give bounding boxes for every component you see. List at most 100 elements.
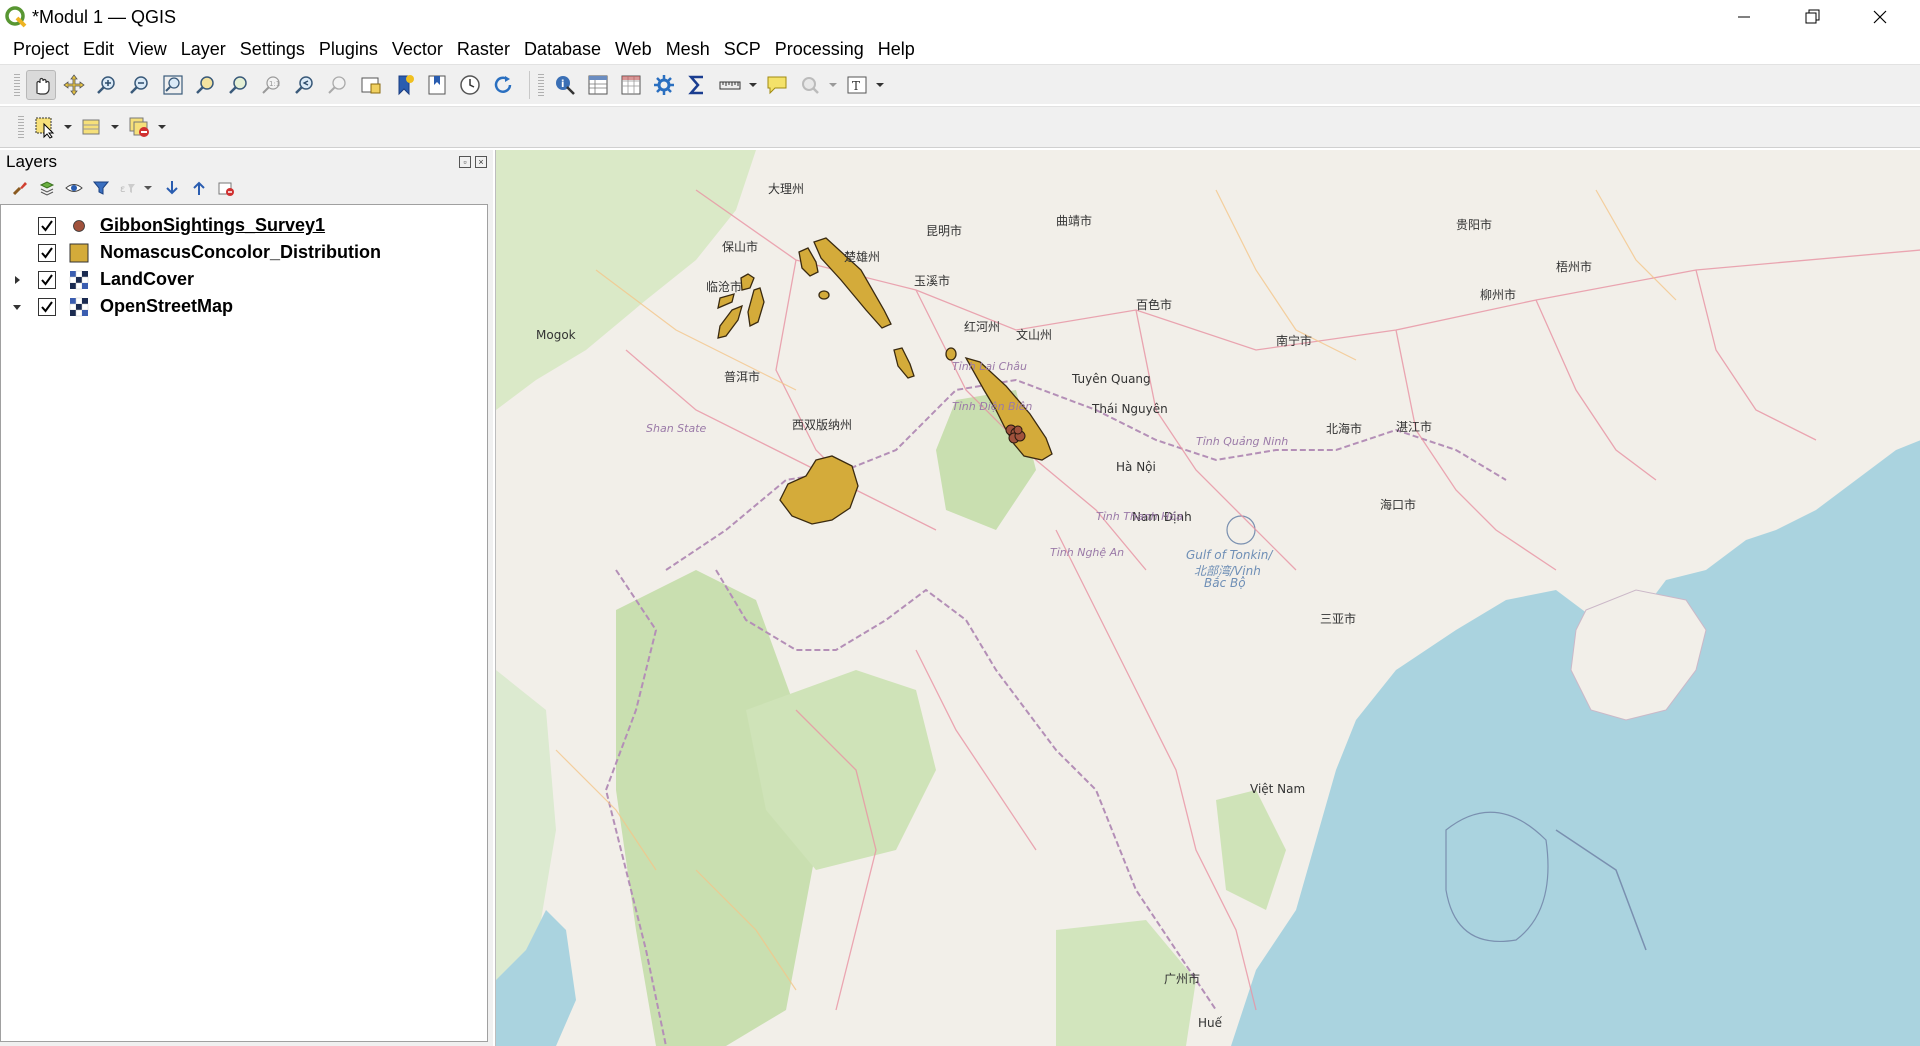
menu-raster[interactable]: Raster bbox=[450, 34, 517, 64]
map-canvas[interactable]: Gulf of Tonkin/ 北部湾/Vịnh Bắc Bộ Hà Nội N… bbox=[495, 150, 1920, 1046]
zoom-out-button[interactable] bbox=[125, 70, 155, 100]
map-label: 广州市 bbox=[1164, 972, 1201, 986]
attribute-table-button[interactable] bbox=[583, 70, 613, 100]
pan-to-selection-button[interactable] bbox=[59, 70, 89, 100]
deselect-dropdown[interactable] bbox=[157, 112, 167, 142]
collapse-layer-button[interactable] bbox=[9, 299, 25, 315]
temporal-controller-icon bbox=[460, 74, 480, 95]
zoom-to-layer-button[interactable] bbox=[224, 70, 254, 100]
pan-map-button[interactable] bbox=[26, 69, 56, 100]
measure-dropdown[interactable] bbox=[748, 70, 758, 100]
menu-project[interactable]: Project bbox=[6, 34, 76, 64]
toolbar-grip[interactable] bbox=[18, 114, 24, 140]
select-features-dropdown[interactable] bbox=[63, 112, 73, 142]
menu-mesh[interactable]: Mesh bbox=[659, 34, 717, 64]
toolbar-grip[interactable] bbox=[14, 71, 20, 98]
filter-legend-button[interactable] bbox=[89, 176, 113, 200]
measure-button[interactable] bbox=[715, 70, 745, 100]
expand-layer-button[interactable] bbox=[9, 272, 25, 288]
menu-plugins[interactable]: Plugins bbox=[312, 34, 385, 64]
layer-row-landcover[interactable]: LandCover bbox=[1, 266, 487, 293]
map-label: Tỉnh Quảng Ninh bbox=[1196, 435, 1289, 448]
zoom-next-button[interactable] bbox=[323, 70, 353, 100]
show-layout-manager-button[interactable] bbox=[795, 70, 825, 100]
zoom-in-button[interactable] bbox=[92, 70, 122, 100]
measure-icon bbox=[719, 81, 741, 89]
map-label: 大理州 bbox=[768, 182, 805, 196]
zoom-next-icon bbox=[328, 75, 346, 94]
map-label: 三亚市 bbox=[1320, 612, 1357, 626]
menu-vector[interactable]: Vector bbox=[385, 34, 450, 64]
zoom-to-selection-button[interactable] bbox=[191, 70, 221, 100]
new-map-view-button[interactable] bbox=[356, 70, 386, 100]
select-by-value-dropdown[interactable] bbox=[110, 112, 120, 142]
collapse-all-button[interactable] bbox=[187, 176, 211, 200]
identify-icon: i bbox=[556, 75, 575, 95]
map-label: 柳州市 bbox=[1480, 288, 1517, 302]
menu-processing[interactable]: Processing bbox=[768, 34, 871, 64]
layer-visibility-checkbox[interactable] bbox=[38, 270, 56, 289]
close-panel-button[interactable]: × bbox=[475, 156, 487, 168]
minimize-icon bbox=[1738, 16, 1750, 18]
annotation-dropdown[interactable] bbox=[875, 70, 885, 100]
filter-expression-dropdown[interactable] bbox=[143, 173, 153, 203]
toolbar-grip[interactable] bbox=[538, 71, 544, 98]
layer-visibility-checkbox[interactable] bbox=[38, 297, 56, 316]
layer-name[interactable]: NomascusConcolor_Distribution bbox=[100, 242, 381, 263]
layer-row-nomascus-distribution[interactable]: NomascusConcolor_Distribution bbox=[1, 239, 487, 266]
layer-row-gibbon-sightings[interactable]: GibbonSightings_Survey1 bbox=[1, 212, 487, 239]
add-group-button[interactable] bbox=[35, 176, 59, 200]
select-features-button[interactable] bbox=[30, 112, 60, 142]
svg-text:T: T bbox=[852, 79, 860, 93]
show-bookmarks-button[interactable] bbox=[422, 70, 452, 100]
menu-scp[interactable]: SCP bbox=[717, 34, 768, 64]
temporal-controller-button[interactable] bbox=[455, 70, 485, 100]
map-label: 文山州 bbox=[1016, 328, 1053, 342]
select-by-value-button[interactable] bbox=[77, 112, 107, 142]
layer-row-openstreetmap[interactable]: OpenStreetMap bbox=[1, 293, 487, 320]
menu-settings[interactable]: Settings bbox=[233, 34, 312, 64]
field-calculator-button[interactable] bbox=[616, 70, 646, 100]
menu-database[interactable]: Database bbox=[517, 34, 608, 64]
close-button[interactable] bbox=[1846, 0, 1914, 34]
layer-visibility-checkbox[interactable] bbox=[38, 243, 56, 262]
layers-panel-header: Layers ▫ × bbox=[0, 150, 493, 174]
layer-name[interactable]: LandCover bbox=[100, 269, 194, 290]
expand-all-button[interactable] bbox=[160, 176, 184, 200]
menu-edit[interactable]: Edit bbox=[76, 34, 121, 64]
layout-manager-dropdown[interactable] bbox=[828, 70, 838, 100]
map-tips-button[interactable] bbox=[762, 70, 792, 100]
restore-button[interactable] bbox=[1778, 0, 1846, 34]
open-layer-styling-button[interactable] bbox=[8, 176, 32, 200]
zoom-full-button[interactable] bbox=[158, 70, 188, 100]
zoom-last-icon bbox=[295, 75, 313, 94]
menu-layer[interactable]: Layer bbox=[174, 34, 233, 64]
title-bar: *Modul 1 — QGIS bbox=[0, 0, 1920, 34]
menu-view[interactable]: View bbox=[121, 34, 174, 64]
zoom-to-selection-icon bbox=[196, 75, 214, 94]
processing-toolbox-button[interactable] bbox=[649, 70, 679, 100]
zoom-to-layer-icon bbox=[229, 75, 247, 94]
filter-by-expression-button[interactable]: ε bbox=[116, 176, 140, 200]
layer-name[interactable]: GibbonSightings_Survey1 bbox=[100, 215, 325, 236]
statistical-summary-button[interactable] bbox=[682, 70, 712, 100]
deselect-all-button[interactable] bbox=[124, 112, 154, 142]
text-annotation-button[interactable]: T bbox=[842, 70, 872, 100]
zoom-last-button[interactable] bbox=[290, 70, 320, 100]
eye-icon bbox=[65, 184, 83, 192]
identify-features-button[interactable]: i bbox=[550, 70, 580, 100]
menu-web[interactable]: Web bbox=[608, 34, 659, 64]
select-by-value-icon bbox=[82, 119, 100, 135]
minimize-button[interactable] bbox=[1710, 0, 1778, 34]
layer-name[interactable]: OpenStreetMap bbox=[100, 296, 233, 317]
menu-help[interactable]: Help bbox=[871, 34, 922, 64]
refresh-button[interactable] bbox=[488, 70, 518, 100]
new-bookmark-button[interactable] bbox=[389, 70, 419, 100]
zoom-native-button[interactable]: 1:1 bbox=[257, 70, 287, 100]
manage-map-themes-button[interactable] bbox=[62, 176, 86, 200]
remove-layer-button[interactable] bbox=[214, 176, 238, 200]
layer-visibility-checkbox[interactable] bbox=[38, 216, 56, 235]
undock-panel-button[interactable]: ▫ bbox=[459, 156, 471, 168]
map-label: 玉溪市 bbox=[914, 274, 951, 288]
map-label: 北海市 bbox=[1326, 422, 1363, 436]
